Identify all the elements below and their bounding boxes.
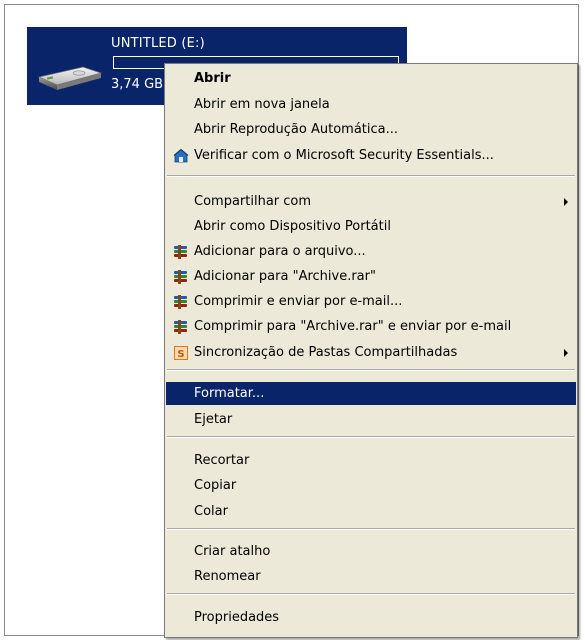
menu-item-label: Abrir em nova janela	[194, 97, 330, 112]
usb-drive-icon	[37, 66, 103, 90]
menu-item-criar-atalho[interactable]: Criar atalho	[166, 540, 576, 563]
menu-item-recortar[interactable]: Recortar	[166, 449, 576, 472]
menu-item-label: Recortar	[194, 453, 250, 468]
menu-separator	[167, 528, 575, 530]
menu-item-abrir-reproducao-automatica[interactable]: Abrir Reprodução Automática...	[166, 118, 576, 141]
menu-item-label: Ejetar	[194, 412, 233, 427]
menu-separator	[167, 436, 575, 438]
menu-item-label: Verificar com o Microsoft Security Essen…	[194, 148, 494, 163]
menu-item-propriedades[interactable]: Propriedades	[166, 606, 576, 629]
menu-item-adicionar-para-archive-rar[interactable]: Adicionar para "Archive.rar"	[166, 265, 576, 288]
menu-item-label: Comprimir para "Archive.rar" e enviar po…	[194, 319, 512, 334]
menu-item-renomear[interactable]: Renomear	[166, 565, 576, 588]
submenu-arrow-icon	[564, 349, 568, 357]
menu-item-label: Abrir	[194, 71, 231, 86]
menu-item-abrir-como-dispositivo-portatil[interactable]: Abrir como Dispositivo Portátil	[166, 215, 576, 238]
menu-item-label: Copiar	[194, 478, 237, 493]
winrar-icon	[173, 294, 189, 310]
screenshot-frame: UNTITLED (E:) 3,74 GB Abrir Abrir em nova…	[4, 4, 579, 638]
menu-item-sincronizacao-de-pastas-compartilhadas[interactable]: S Sincronização de Pastas Compartilhadas	[166, 341, 576, 364]
menu-item-label: Comprimir e enviar por e-mail...	[194, 294, 403, 309]
menu-separator	[167, 369, 575, 371]
winrar-icon	[173, 244, 189, 260]
menu-item-copiar[interactable]: Copiar	[166, 474, 576, 497]
menu-item-abrir-em-nova-janela[interactable]: Abrir em nova janela	[166, 93, 576, 116]
drive-name: UNTITLED (E:)	[111, 36, 205, 51]
submenu-arrow-icon	[564, 198, 568, 206]
sync-icon: S	[173, 345, 189, 361]
menu-item-label: Compartilhar com	[194, 194, 312, 209]
menu-item-adicionar-para-o-arquivo[interactable]: Adicionar para o arquivo...	[166, 240, 576, 263]
menu-item-label: Abrir como Dispositivo Portátil	[194, 219, 391, 234]
menu-item-label: Renomear	[194, 569, 261, 584]
menu-item-label: Abrir Reprodução Automática...	[194, 122, 399, 137]
menu-item-label: Adicionar para "Archive.rar"	[194, 269, 376, 284]
menu-item-verificar-com-o-microsoft-security-essentials[interactable]: Verificar com o Microsoft Security Essen…	[166, 144, 576, 167]
menu-item-label: Propriedades	[194, 610, 280, 625]
security-essentials-icon	[173, 148, 189, 164]
menu-item-ejetar[interactable]: Ejetar	[166, 408, 576, 431]
menu-separator	[167, 593, 575, 595]
svg-text:S: S	[177, 349, 184, 360]
menu-item-compartilhar-com[interactable]: Compartilhar com	[166, 190, 576, 213]
menu-item-formatar[interactable]: Formatar...	[166, 382, 576, 405]
menu-item-abrir[interactable]: Abrir	[166, 67, 576, 90]
menu-item-colar[interactable]: Colar	[166, 500, 576, 523]
menu-item-label: Criar atalho	[194, 544, 271, 559]
menu-item-label: Adicionar para o arquivo...	[194, 244, 366, 259]
menu-item-label: Sincronização de Pastas Compartilhadas	[194, 345, 458, 360]
context-menu: Abrir Abrir em nova janela Abrir Reproduçã…	[164, 63, 578, 638]
menu-item-comprimir-e-enviar-por-e-mail[interactable]: Comprimir e enviar por e-mail...	[166, 290, 576, 313]
winrar-icon	[173, 269, 189, 285]
menu-item-comprimir-para-archive-rar-e-enviar-por-e-mail[interactable]: Comprimir para "Archive.rar" e enviar po…	[166, 315, 576, 338]
menu-item-label: Colar	[194, 504, 228, 519]
menu-item-label: Formatar...	[194, 386, 265, 401]
drive-size-text: 3,74 GB	[111, 77, 164, 92]
winrar-icon	[173, 319, 189, 335]
menu-separator	[167, 175, 575, 177]
